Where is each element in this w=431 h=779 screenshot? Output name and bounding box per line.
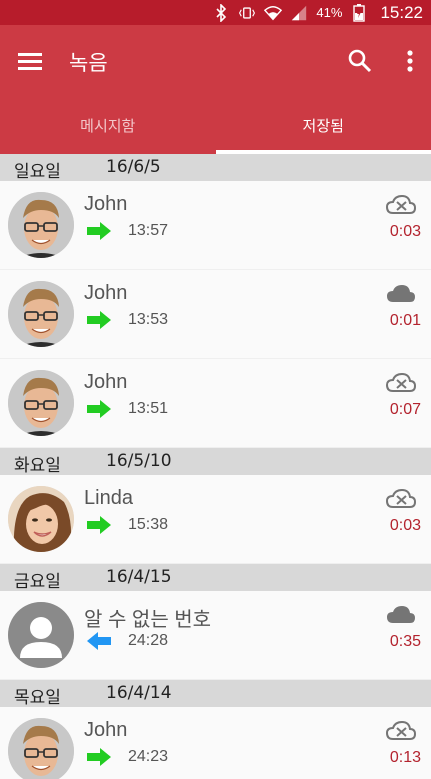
group-date: 16/6/5 [106, 157, 161, 177]
contact-name: John [84, 193, 128, 215]
date-group-header: 화요일 16/5/10 [0, 448, 431, 476]
outgoing-arrow-icon [86, 515, 112, 535]
contact-name: Linda [84, 487, 133, 509]
page-title: 녹음 [69, 51, 108, 75]
cloud-off-icon[interactable] [385, 719, 417, 743]
recording-duration: 0:01 [389, 312, 421, 329]
contact-name: John [84, 371, 128, 393]
call-time: 24:23 [128, 748, 169, 765]
group-day: 목요일 [14, 688, 61, 708]
outgoing-arrow-icon [86, 221, 112, 241]
date-group-header: 일요일 16/6/5 [0, 154, 431, 182]
tab-inbox[interactable]: 메시지함 [0, 97, 216, 154]
group-date: 16/4/15 [106, 567, 172, 587]
avatar [8, 281, 74, 347]
group-date: 16/5/10 [106, 451, 172, 471]
date-group-header: 금요일 16/4/15 [0, 564, 431, 592]
call-time: 13:51 [128, 400, 169, 417]
list-item[interactable]: Linda 15:38 0:03 [0, 475, 431, 564]
search-icon[interactable] [346, 47, 374, 75]
avatar [8, 602, 74, 668]
outgoing-arrow-icon [86, 310, 112, 330]
tab-saved[interactable]: 저장됨 [215, 97, 431, 154]
recording-duration: 0:03 [389, 223, 421, 240]
call-time: 24:28 [128, 632, 169, 649]
list-item[interactable]: John 24:23 0:13 [0, 707, 431, 779]
incoming-arrow-icon [86, 631, 112, 651]
recording-duration: 0:03 [389, 517, 421, 534]
group-date: 16/4/14 [106, 683, 172, 703]
date-group-header: 목요일 16/4/14 [0, 680, 431, 708]
recording-duration: 0:13 [389, 749, 421, 766]
group-day: 일요일 [14, 162, 61, 182]
battery-percent: 41% [316, 5, 343, 20]
group-day: 화요일 [14, 456, 61, 476]
tab-label: 저장됨 [302, 117, 344, 135]
clock: 15:22 [380, 2, 423, 22]
avatar [8, 718, 74, 779]
contact-name: John [84, 719, 128, 741]
status-bar: 41% 15:22 [0, 0, 431, 25]
cloud-off-icon[interactable] [385, 487, 417, 511]
vibrate-icon [238, 4, 256, 22]
app-bar: 녹음 [0, 25, 431, 97]
cloud-off-icon[interactable] [385, 371, 417, 395]
battery-icon [350, 3, 368, 22]
avatar [8, 192, 74, 258]
contact-name: 알 수 없는 번호 [84, 609, 212, 631]
call-time: 15:38 [128, 516, 169, 533]
outgoing-arrow-icon [86, 399, 112, 419]
tab-label: 메시지함 [80, 117, 136, 135]
menu-icon[interactable] [16, 47, 44, 75]
list-item[interactable]: John 13:53 0:01 [0, 270, 431, 359]
list-item[interactable]: John 13:51 0:07 [0, 359, 431, 448]
group-day: 금요일 [14, 572, 61, 592]
recording-duration: 0:35 [389, 633, 421, 650]
outgoing-arrow-icon [86, 747, 112, 767]
wifi-icon [264, 4, 283, 22]
cloud-off-icon[interactable] [385, 193, 417, 217]
contact-name: John [84, 282, 128, 304]
avatar [8, 370, 74, 436]
signal-icon [290, 4, 308, 22]
list-item[interactable]: John 13:57 0:03 [0, 181, 431, 270]
tab-bar: 메시지함 저장됨 [0, 97, 431, 154]
avatar [8, 486, 74, 552]
recording-duration: 0:07 [389, 401, 421, 418]
recording-list[interactable]: 일요일 16/6/5 John 13:57 0:03 John 13:53 0:… [0, 154, 431, 779]
call-time: 13:53 [128, 311, 169, 328]
cloud-icon[interactable] [385, 603, 417, 627]
cloud-icon[interactable] [385, 282, 417, 306]
overflow-menu-icon[interactable] [402, 47, 418, 75]
bluetooth-icon [212, 3, 230, 22]
call-time: 13:57 [128, 222, 169, 239]
list-item[interactable]: 알 수 없는 번호 24:28 0:35 [0, 591, 431, 680]
